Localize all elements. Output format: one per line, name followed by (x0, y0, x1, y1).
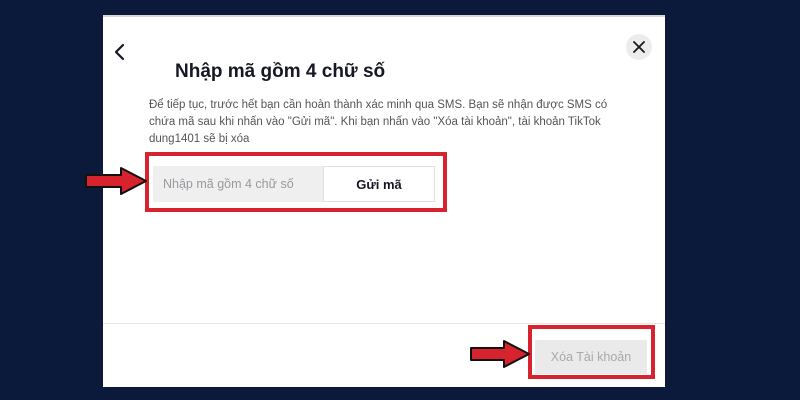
dialog-title: Nhập mã gồm 4 chữ số (175, 61, 386, 82)
send-code-button[interactable]: Gửi mã (323, 166, 435, 202)
verification-code-row: Gửi mã (153, 166, 435, 202)
dialog-description: Để tiếp tục, trước hết bạn cần hoàn thàn… (149, 99, 608, 145)
close-button[interactable] (626, 34, 652, 60)
footer-divider (103, 323, 665, 324)
verification-code-input[interactable] (153, 166, 323, 202)
arrow-right-icon (85, 167, 147, 195)
screen-backdrop: Nhập mã gồm 4 chữ số Để tiếp tục, trước … (0, 0, 800, 400)
delete-account-button[interactable]: Xóa Tài khoản (535, 340, 647, 374)
close-icon (633, 41, 645, 53)
arrow-right-icon (470, 340, 530, 368)
chevron-left-icon (114, 43, 125, 61)
delete-account-dialog: Nhập mã gồm 4 chữ số Để tiếp tục, trước … (103, 15, 665, 387)
back-button[interactable] (111, 41, 129, 63)
